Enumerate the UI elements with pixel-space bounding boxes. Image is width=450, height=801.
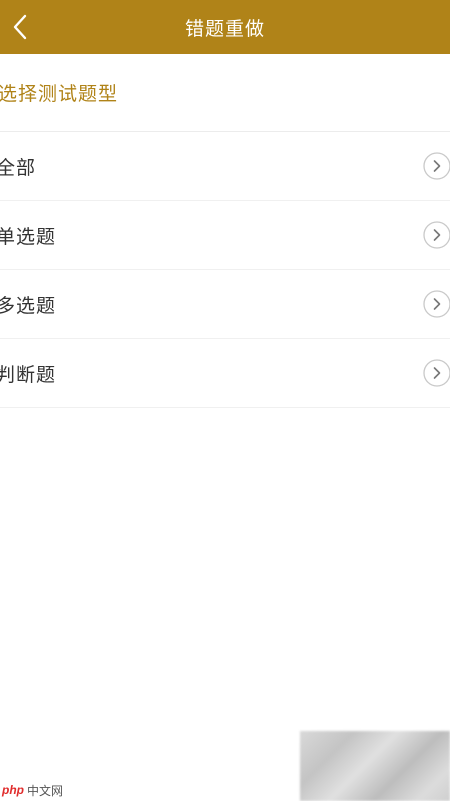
list-item-label: 单选题: [0, 225, 57, 248]
list-item-single-choice[interactable]: 单选题: [0, 201, 450, 270]
section-header: 选择测试题型: [0, 54, 450, 132]
chevron-right-circle-icon: [423, 152, 450, 180]
chevron-right-circle-icon: [423, 359, 450, 387]
back-button[interactable]: [0, 0, 40, 54]
chevron-right-circle-icon: [423, 290, 450, 318]
chevron-left-icon: [13, 14, 27, 40]
list-item-true-false[interactable]: 判断题: [0, 339, 450, 408]
list-item-multiple-choice[interactable]: 多选题: [0, 270, 450, 339]
list-item-all[interactable]: 全部: [0, 132, 450, 201]
list-item-label: 全部: [0, 156, 37, 179]
watermark-logo-text: 中文网: [27, 783, 64, 798]
chevron-right-circle-icon: [423, 221, 450, 249]
watermark-logo: php 中文网: [2, 781, 63, 799]
page-title: 错题重做: [184, 17, 265, 40]
list-item-label: 多选题: [0, 294, 57, 317]
navbar: 错题重做: [0, 0, 450, 54]
app-screen: 错题重做 选择测试题型 全部 单选题 多选题 判断题 php 中文网: [0, 0, 450, 801]
list-item-label: 判断题: [0, 363, 57, 386]
question-type-list: 全部 单选题 多选题 判断题: [0, 132, 450, 408]
blurred-overlay: [300, 731, 450, 801]
section-title: 选择测试题型: [0, 83, 119, 105]
watermark-logo-php: php: [2, 783, 24, 797]
